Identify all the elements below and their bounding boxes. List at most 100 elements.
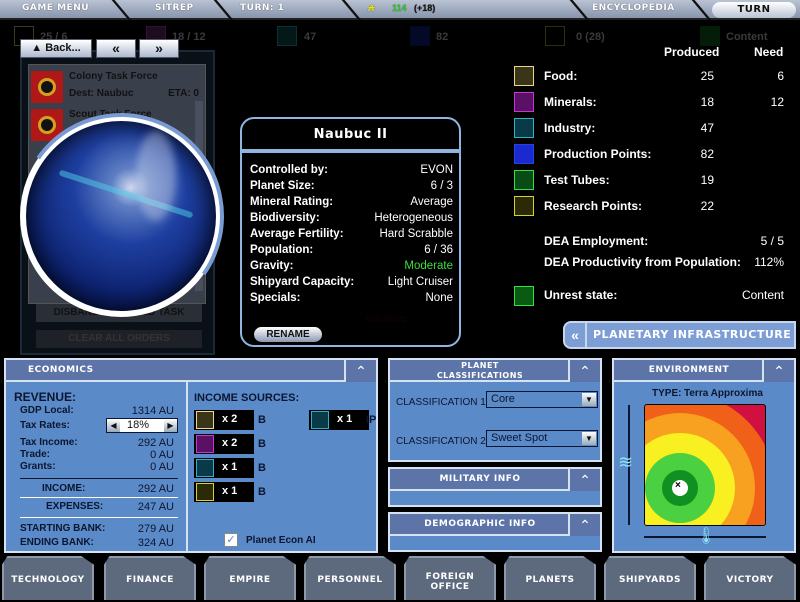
- trade-value: 0 AU: [150, 449, 174, 461]
- tab-technology[interactable]: TECHNOLOGY: [2, 556, 94, 600]
- divider: [242, 149, 459, 153]
- test-tube-icon: [514, 170, 534, 190]
- encyclopedia-button[interactable]: ENCYCLOPEDIA: [592, 3, 675, 13]
- info-row: Gravity: Moderate: [250, 260, 453, 272]
- info-row: Specials: None: [250, 292, 453, 304]
- grants-label: Grants:: [20, 461, 56, 472]
- divider: [569, 0, 590, 20]
- dea-employment-row: DEA Employment: 5 / 5: [544, 234, 784, 248]
- unrest-row: Unrest state: Content: [544, 288, 784, 302]
- grants-value: 0 AU: [150, 461, 174, 473]
- fleet-eta: ETA: 0: [168, 88, 199, 99]
- research-icon: [545, 26, 565, 46]
- collapse-military-button[interactable]: ⌃: [568, 469, 600, 491]
- research-icon: [514, 196, 534, 216]
- collapse-economics-button[interactable]: ⌃: [344, 360, 376, 382]
- dropdown-arrow-icon: ▼: [582, 432, 596, 445]
- classification-1-select[interactable]: Core ▼: [486, 391, 598, 408]
- thumbs-up-icon: [514, 286, 534, 306]
- tab-shipyards[interactable]: SHIPYARDS: [604, 556, 696, 600]
- collapse-classifications-button[interactable]: ⌃: [568, 360, 600, 382]
- divider: [186, 382, 188, 553]
- income-source: x 2: [194, 434, 254, 454]
- summary-research: 0 (28): [576, 31, 605, 43]
- sitrep-button[interactable]: SITREP: [155, 3, 194, 13]
- divider: [341, 0, 362, 20]
- income-source: x 1: [194, 482, 254, 502]
- planet-econ-ai-checkbox[interactable]: ✓: [224, 533, 238, 547]
- income-sources-heading: INCOME SOURCES:: [194, 392, 300, 404]
- industry-icon: [277, 26, 297, 46]
- thermometer-icon: 🌡: [696, 528, 717, 545]
- currency-icon: ₳: [368, 3, 375, 13]
- planet-marker-icon: ×: [675, 480, 681, 491]
- tax-rate-value: 18%: [127, 419, 150, 431]
- environment-header: ENVIRONMENT: [614, 360, 764, 382]
- fleet-item[interactable]: Colony Task Force Dest: Naubuc ETA: 0: [29, 69, 199, 105]
- summary-unrest: Content: [726, 31, 768, 43]
- collapse-demographic-button[interactable]: ⌃: [568, 514, 600, 536]
- research-icon: [196, 483, 214, 501]
- economics-header: ECONOMICS: [6, 360, 346, 382]
- tab-planets[interactable]: PLANETS: [504, 556, 596, 600]
- classification-2-label: CLASSIFICATION 2: [396, 436, 486, 447]
- tab-empire[interactable]: EMPIRE: [204, 556, 296, 600]
- revenue-heading: REVENUE:: [14, 390, 77, 404]
- double-chevron-left-icon: «: [565, 323, 587, 347]
- collapse-environment-button[interactable]: ⌃: [762, 360, 794, 382]
- divider: [20, 478, 178, 479]
- tab-victory[interactable]: VICTORY: [704, 556, 796, 600]
- turn-label: TURN: 1: [240, 3, 285, 13]
- tax-income-label: Tax Income:: [20, 437, 78, 448]
- military-info-header: MILITARY INFO: [390, 469, 570, 491]
- info-row: Average Fertility: Hard Scrabble: [250, 228, 453, 240]
- divider: [20, 497, 178, 498]
- classification-1-label: CLASSIFICATION 1: [396, 397, 486, 408]
- income-label: INCOME:: [42, 483, 86, 494]
- stat-row-production-points: Production Points: 82: [514, 144, 784, 164]
- planet-name: Naubuc II: [313, 127, 388, 142]
- minerals-icon: [514, 92, 534, 112]
- planet-econ-ai-label: Planet Econ AI: [246, 535, 316, 546]
- planetary-infrastructure-button[interactable]: « PLANETARY INFRASTRUCTURE: [563, 321, 796, 349]
- tab-finance[interactable]: FINANCE: [104, 556, 196, 600]
- tab-personnel[interactable]: PERSONNEL: [304, 556, 396, 600]
- gdp-value: 1314 AU: [131, 405, 174, 417]
- industry-icon: [311, 411, 329, 429]
- expenses-label: EXPENSES:: [46, 501, 104, 512]
- habitability-chart: ×: [644, 404, 766, 526]
- previous-planet-button[interactable]: «: [96, 39, 136, 58]
- clear-orders-button[interactable]: CLEAR ALL ORDERS: [36, 330, 202, 348]
- treasury-value: 114: [392, 3, 407, 13]
- game-menu-button[interactable]: GAME MENU: [22, 3, 89, 13]
- planet-classifications-panel: PLANET CLASSIFICATIONS ⌃ CLASSIFICATION …: [388, 358, 602, 462]
- tax-rate-stepper[interactable]: ◀ 18% ▶: [106, 418, 178, 433]
- stat-row-research-points: Research Points: 22: [514, 196, 784, 216]
- summary-industry: 47: [304, 31, 317, 43]
- increase-tax-button[interactable]: ▶: [164, 419, 177, 432]
- minerals-icon: [196, 435, 214, 453]
- trade-label: Trade:: [20, 449, 51, 460]
- expenses-value: 247 AU: [137, 501, 174, 513]
- next-planet-button[interactable]: »: [139, 39, 179, 58]
- ending-bank-label: ENDING BANK:: [20, 537, 94, 548]
- end-turn-button[interactable]: TURN: [712, 2, 796, 18]
- divider: [691, 0, 712, 20]
- tab-foreign-office[interactable]: FOREIGN OFFICE: [404, 556, 496, 600]
- industry-icon: [514, 118, 534, 138]
- humidity-icon: ≋: [618, 452, 634, 472]
- rename-button[interactable]: RENAME: [254, 327, 322, 342]
- unrest-icon: [700, 26, 720, 46]
- divider: [213, 0, 234, 20]
- divider: [20, 517, 178, 518]
- back-button[interactable]: ▲ Back...: [20, 39, 92, 58]
- stat-row-food: Food: 25 6: [514, 66, 784, 86]
- classification-2-select[interactable]: Sweet Spot ▼: [486, 430, 598, 447]
- food-icon: [196, 411, 214, 429]
- treasury-delta: (+18): [414, 3, 436, 13]
- income-source: x 1: [194, 458, 254, 478]
- income-source: x 1: [309, 410, 369, 430]
- decrease-tax-button[interactable]: ◀: [107, 419, 120, 432]
- classifications-header: PLANET CLASSIFICATIONS: [390, 360, 570, 382]
- produced-header: Produced: [664, 45, 720, 59]
